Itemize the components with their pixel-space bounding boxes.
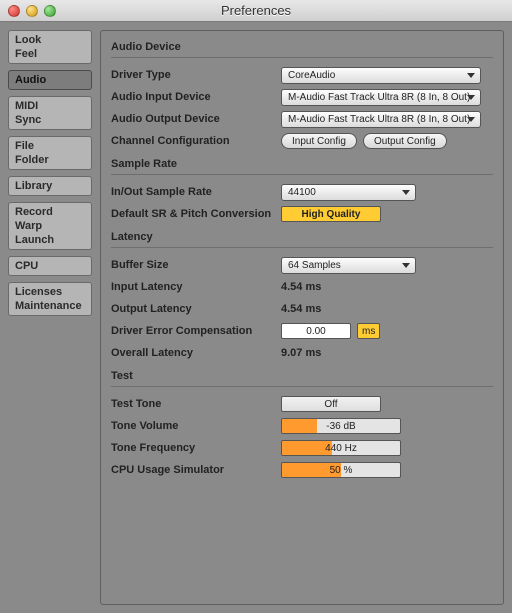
sidebar-item-maintenance[interactable]: Maintenance xyxy=(9,299,91,313)
titlebar: Preferences xyxy=(0,0,512,22)
tone-volume-slider[interactable]: -36 dB xyxy=(281,418,401,434)
overall-latency-label: Overall Latency xyxy=(111,347,281,359)
sidebar-item-audio[interactable]: Audio xyxy=(9,73,91,87)
sidebar-item-launch[interactable]: Launch xyxy=(9,233,91,247)
tone-frequency-label: Tone Frequency xyxy=(111,442,281,454)
cpu-usage-slider[interactable]: 50 % xyxy=(281,462,401,478)
window-controls xyxy=(8,5,56,17)
sidebar-group-7[interactable]: LicensesMaintenance xyxy=(8,282,92,316)
window-body: LookFeel Audio MIDISync FileFolder Library Re… xyxy=(0,22,512,613)
sidebar-item-warp[interactable]: Warp xyxy=(9,219,91,233)
sidebar-item-feel[interactable]: Feel xyxy=(9,47,91,61)
output-latency-label: Output Latency xyxy=(111,303,281,315)
sidebar-item-record[interactable]: Record xyxy=(9,205,91,219)
cpu-usage-label: CPU Usage Simulator xyxy=(111,464,281,476)
buffer-size-label: Buffer Size xyxy=(111,259,281,271)
inout-sample-rate-label: In/Out Sample Rate xyxy=(111,186,281,198)
zoom-icon[interactable] xyxy=(44,5,56,17)
driver-error-comp-input[interactable]: 0.00 xyxy=(281,323,351,339)
sidebar: LookFeel Audio MIDISync FileFolder Library Re… xyxy=(8,30,92,605)
sidebar-group-1[interactable]: Audio xyxy=(8,70,92,90)
slider-fill xyxy=(282,419,317,433)
sidebar-group-5[interactable]: RecordWarpLaunch xyxy=(8,202,92,250)
default-sr-label: Default SR & Pitch Conversion xyxy=(111,208,281,220)
divider xyxy=(111,174,493,175)
overall-latency-value: 9.07 ms xyxy=(281,347,321,359)
channel-config-label: Channel Configuration xyxy=(111,135,281,147)
buffer-size-select[interactable]: 64 Samples xyxy=(281,257,416,274)
preferences-window: Preferences LookFeel Audio MIDISync FileFol… xyxy=(0,0,512,613)
input-latency-value: 4.54 ms xyxy=(281,281,321,293)
section-test: Test xyxy=(111,370,493,382)
sidebar-item-library[interactable]: Library xyxy=(9,179,91,193)
sidebar-item-cpu[interactable]: CPU xyxy=(9,259,91,273)
section-audio-device: Audio Device xyxy=(111,41,493,53)
content-panel: Audio Device Driver Type CoreAudio Audio… xyxy=(100,30,504,605)
divider xyxy=(111,247,493,248)
test-tone-label: Test Tone xyxy=(111,398,281,410)
tone-volume-label: Tone Volume xyxy=(111,420,281,432)
output-config-button[interactable]: Output Config xyxy=(363,133,447,149)
input-latency-label: Input Latency xyxy=(111,281,281,293)
audio-output-device-select[interactable]: M-Audio Fast Track Ultra 8R (8 In, 8 Out… xyxy=(281,111,481,128)
audio-input-device-label: Audio Input Device xyxy=(111,91,281,103)
driver-type-label: Driver Type xyxy=(111,69,281,81)
test-tone-toggle[interactable]: Off xyxy=(281,396,381,412)
divider xyxy=(111,386,493,387)
window-title: Preferences xyxy=(0,3,512,18)
input-config-button[interactable]: Input Config xyxy=(281,133,357,149)
sidebar-group-2[interactable]: MIDISync xyxy=(8,96,92,130)
tone-frequency-slider[interactable]: 440 Hz xyxy=(281,440,401,456)
driver-error-comp-unit: ms xyxy=(357,323,380,339)
audio-output-device-label: Audio Output Device xyxy=(111,113,281,125)
minimize-icon[interactable] xyxy=(26,5,38,17)
sidebar-group-6[interactable]: CPU xyxy=(8,256,92,276)
sidebar-item-licenses[interactable]: Licenses xyxy=(9,285,91,299)
inout-sample-rate-select[interactable]: 44100 xyxy=(281,184,416,201)
sidebar-group-4[interactable]: Library xyxy=(8,176,92,196)
sidebar-item-midi[interactable]: MIDI xyxy=(9,99,91,113)
divider xyxy=(111,57,493,58)
sidebar-item-sync[interactable]: Sync xyxy=(9,113,91,127)
slider-fill xyxy=(282,441,332,455)
sidebar-item-look[interactable]: Look xyxy=(9,33,91,47)
driver-error-comp-label: Driver Error Compensation xyxy=(111,325,281,337)
default-sr-toggle[interactable]: High Quality xyxy=(281,206,381,222)
output-latency-value: 4.54 ms xyxy=(281,303,321,315)
driver-type-select[interactable]: CoreAudio xyxy=(281,67,481,84)
sidebar-group-0[interactable]: LookFeel xyxy=(8,30,92,64)
sidebar-group-3[interactable]: FileFolder xyxy=(8,136,92,170)
sidebar-item-folder[interactable]: Folder xyxy=(9,153,91,167)
audio-input-device-select[interactable]: M-Audio Fast Track Ultra 8R (8 In, 8 Out… xyxy=(281,89,481,106)
section-sample-rate: Sample Rate xyxy=(111,158,493,170)
close-icon[interactable] xyxy=(8,5,20,17)
section-latency: Latency xyxy=(111,231,493,243)
sidebar-item-file[interactable]: File xyxy=(9,139,91,153)
